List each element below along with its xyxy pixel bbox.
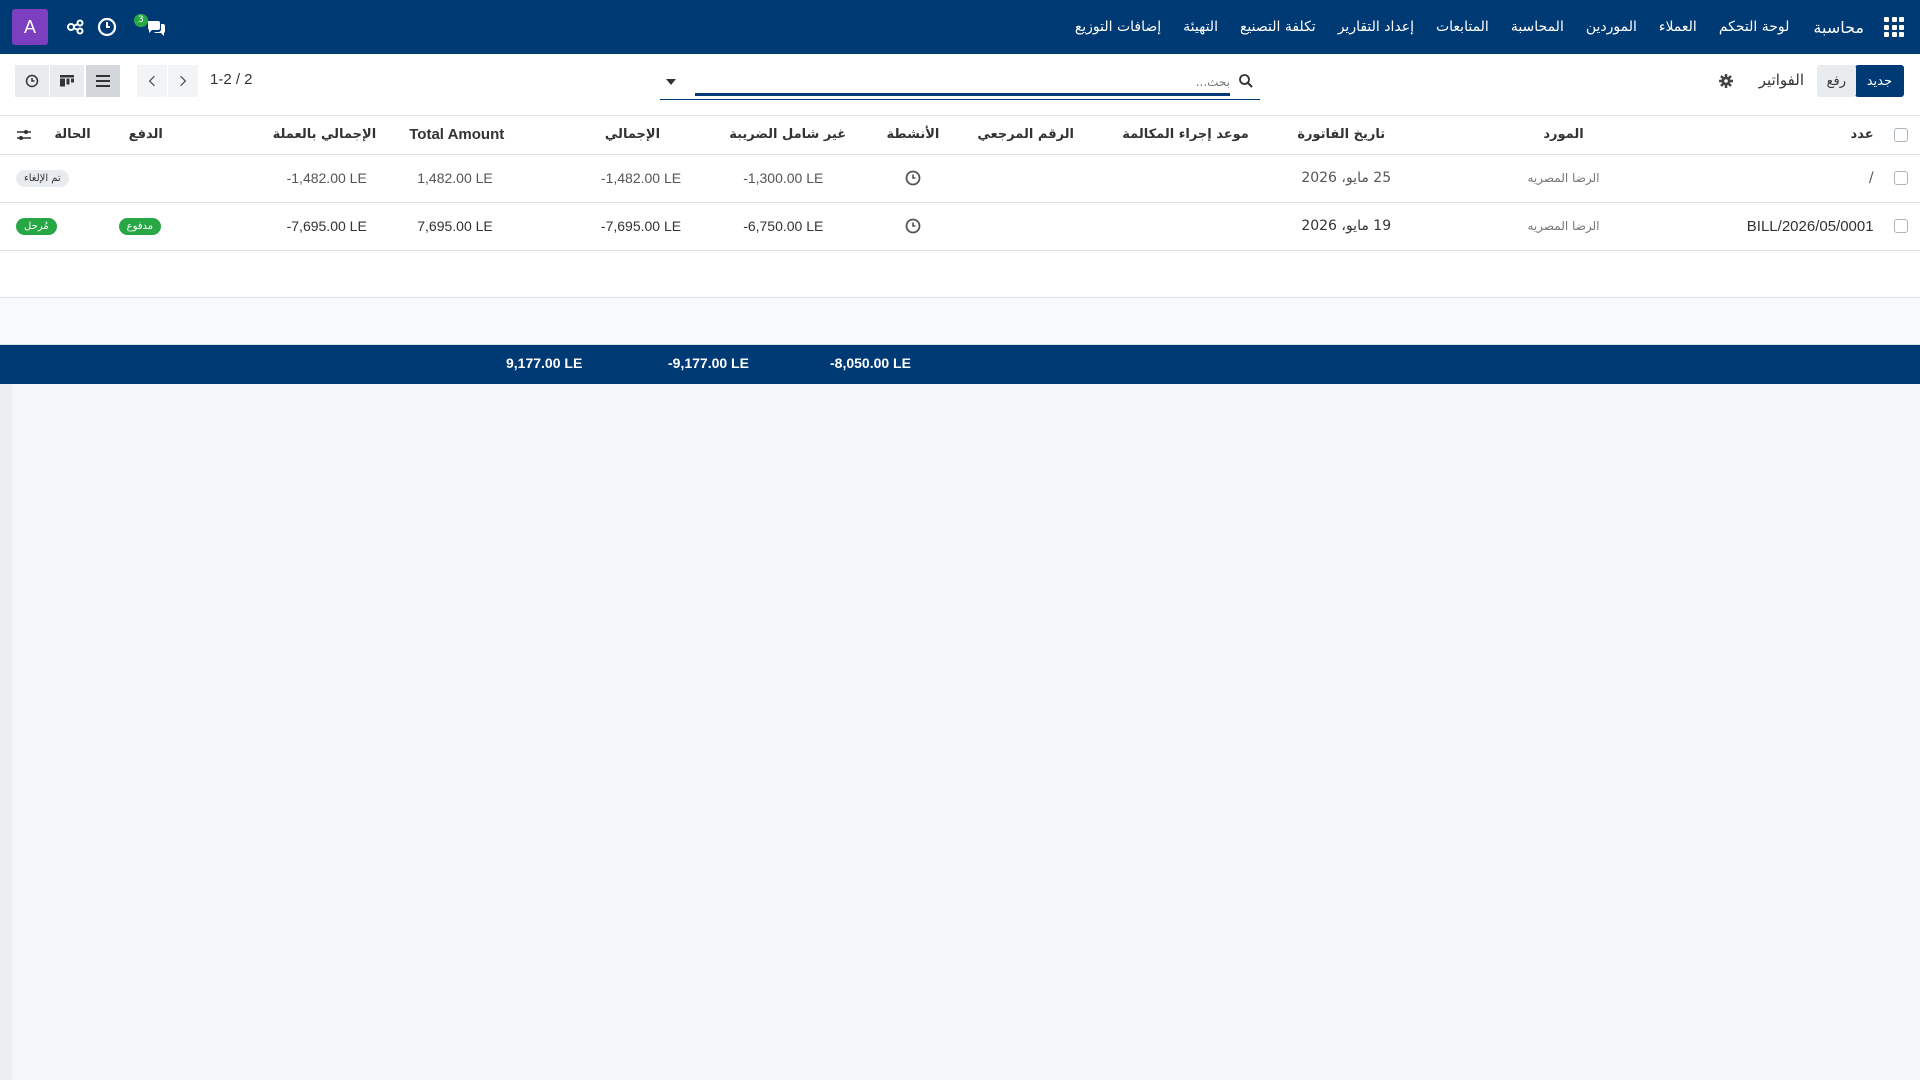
user-avatar[interactable]: A bbox=[12, 9, 48, 45]
cell-payment: مدفوع bbox=[110, 202, 203, 251]
footer-total: -9,177.00 LE bbox=[668, 355, 749, 371]
cell-due-date bbox=[1114, 154, 1278, 203]
col-payment[interactable]: الدفع bbox=[110, 116, 203, 155]
page-title: الفواتير bbox=[1758, 71, 1804, 89]
cell-untaxed: -6,750.00 LE bbox=[719, 202, 879, 251]
col-vendor[interactable]: المورد bbox=[1506, 116, 1621, 155]
menu-accounting[interactable]: المحاسبة bbox=[1511, 19, 1564, 35]
cell-activities bbox=[878, 154, 948, 203]
search-input[interactable] bbox=[695, 70, 1230, 94]
footer-untaxed-total: -8,050.00 LE bbox=[830, 355, 911, 371]
optional-columns-icon[interactable] bbox=[16, 127, 32, 143]
row-checkbox[interactable] bbox=[1893, 219, 1908, 233]
footer-total-amount: 9,177.00 LE bbox=[506, 355, 583, 371]
main-menu: محاسبة لوحة التحكم العملاء الموردين المح… bbox=[1053, 0, 1864, 54]
cell-total-currency: -7,695.00 LE bbox=[202, 202, 392, 251]
network-icon[interactable] bbox=[66, 17, 86, 37]
gear-icon[interactable] bbox=[1718, 73, 1734, 89]
empty-cell bbox=[0, 297, 1920, 345]
invoices-table: عدد المورد تاريخ الفاتورة موعد إجراء الم… bbox=[0, 116, 1920, 345]
list-view-button[interactable] bbox=[86, 65, 120, 97]
empty-row bbox=[0, 297, 1920, 345]
cell-reference bbox=[947, 202, 1115, 251]
control-panel: جديد رفع الفواتير 1-2 / 2 bbox=[0, 54, 1920, 116]
menu-customers[interactable]: العملاء bbox=[1659, 19, 1697, 35]
col-status-label[interactable]: الحالة bbox=[43, 127, 103, 142]
top-navbar: محاسبة لوحة التحكم العملاء الموردين المح… bbox=[0, 0, 1920, 54]
pager-next-button[interactable] bbox=[168, 65, 198, 97]
row-checkbox[interactable] bbox=[1893, 171, 1908, 185]
select-all-cell bbox=[1881, 116, 1920, 155]
cell-total-amount: 1,482.00 LE bbox=[391, 154, 551, 203]
cell-due-date bbox=[1114, 202, 1278, 251]
cell-untaxed: -1,300.00 LE bbox=[719, 154, 879, 203]
menu-vendors[interactable]: الموردين bbox=[1586, 19, 1637, 35]
col-due-date[interactable]: موعد إجراء المكالمة bbox=[1114, 116, 1278, 155]
menu-reporting[interactable]: إعداد التقارير bbox=[1338, 19, 1414, 35]
activity-clock-icon[interactable] bbox=[905, 218, 921, 234]
cell-invoice-date: 19 مايو، 2026 bbox=[1277, 202, 1507, 251]
cell-number: / bbox=[1620, 154, 1882, 203]
payment-badge: مدفوع bbox=[118, 218, 162, 235]
menu-distribution-addons[interactable]: إضافات التوزيع bbox=[1075, 19, 1161, 35]
cell-total: -7,695.00 LE bbox=[550, 202, 720, 251]
col-number[interactable]: عدد bbox=[1620, 116, 1882, 155]
chat-icon[interactable] bbox=[146, 17, 166, 37]
kanban-view-button[interactable] bbox=[50, 65, 84, 97]
cell-status: تم الإلغاء bbox=[0, 154, 111, 203]
row-select-cell bbox=[1881, 154, 1920, 203]
table-footer-totals: -8,050.00 LE -9,177.00 LE 9,177.00 LE bbox=[0, 345, 1920, 384]
menu-manufacturing-cost[interactable]: تكلفة التصنيع bbox=[1240, 19, 1316, 35]
new-button[interactable]: جديد bbox=[1854, 65, 1904, 97]
col-total-amount[interactable]: Total Amount bbox=[391, 116, 551, 155]
cell-reference bbox=[947, 154, 1115, 203]
cell-total: -1,482.00 LE bbox=[550, 154, 720, 203]
empty-cell bbox=[0, 250, 1920, 298]
upload-button[interactable]: رفع bbox=[1816, 65, 1856, 97]
col-untaxed[interactable]: غير شامل الضريبة bbox=[719, 116, 879, 155]
chat-count-badge: 3 bbox=[134, 14, 148, 27]
side-scroll-area bbox=[0, 384, 12, 1080]
menu-configuration[interactable]: التهيئة bbox=[1183, 19, 1218, 35]
table-row[interactable]: BILL/2026/05/0001 الرضا المصريه 19 مايو،… bbox=[0, 202, 1920, 251]
col-total-amount-label: Total Amount bbox=[409, 126, 505, 144]
pager-previous-button[interactable] bbox=[137, 65, 167, 97]
activity-view-button[interactable] bbox=[15, 65, 49, 97]
search-options-toggle[interactable] bbox=[666, 79, 676, 85]
col-total[interactable]: الإجمالي bbox=[550, 116, 720, 155]
search-bar bbox=[660, 66, 1260, 100]
select-all-checkbox[interactable] bbox=[1893, 127, 1908, 142]
table-header-row: عدد المورد تاريخ الفاتورة موعد إجراء الم… bbox=[0, 116, 1920, 155]
col-total-currency[interactable]: الإجمالي بالعملة bbox=[202, 116, 392, 155]
apps-grid-icon[interactable] bbox=[1884, 17, 1906, 37]
cell-vendor: الرضا المصريه bbox=[1506, 154, 1621, 203]
menu-followups[interactable]: المتابعات bbox=[1436, 19, 1489, 35]
col-activities[interactable]: الأنشطة bbox=[878, 116, 948, 155]
status-badge: تم الإلغاء bbox=[16, 170, 69, 187]
cell-payment bbox=[110, 154, 203, 203]
cell-total-currency: -1,482.00 LE bbox=[202, 154, 392, 203]
table-row[interactable]: / الرضا المصريه 25 مايو، 2026 -1,300.00 … bbox=[0, 154, 1920, 203]
activity-clock-icon[interactable] bbox=[905, 170, 921, 186]
pager-value[interactable]: 1-2 / 2 bbox=[210, 71, 253, 88]
col-invoice-date[interactable]: تاريخ الفاتورة bbox=[1277, 116, 1507, 155]
cell-status: مُرحل bbox=[0, 202, 111, 251]
cell-number: BILL/2026/05/0001 bbox=[1620, 202, 1882, 251]
col-status: الحالة bbox=[0, 116, 111, 155]
search-icon[interactable] bbox=[1238, 73, 1254, 89]
clock-icon[interactable] bbox=[97, 17, 117, 37]
search-underline bbox=[695, 93, 1230, 96]
cell-activities bbox=[878, 202, 948, 251]
col-reference[interactable]: الرقم المرجعي bbox=[947, 116, 1115, 155]
empty-row bbox=[0, 250, 1920, 298]
cell-total-amount: 7,695.00 LE bbox=[391, 202, 551, 251]
status-badge: مُرحل bbox=[16, 218, 57, 235]
cell-invoice-date: 25 مايو، 2026 bbox=[1277, 154, 1507, 203]
menu-dashboard[interactable]: لوحة التحكم bbox=[1719, 19, 1790, 35]
app-brand[interactable]: محاسبة bbox=[1813, 18, 1864, 37]
row-select-cell bbox=[1881, 202, 1920, 251]
cell-vendor: الرضا المصريه bbox=[1506, 202, 1621, 251]
